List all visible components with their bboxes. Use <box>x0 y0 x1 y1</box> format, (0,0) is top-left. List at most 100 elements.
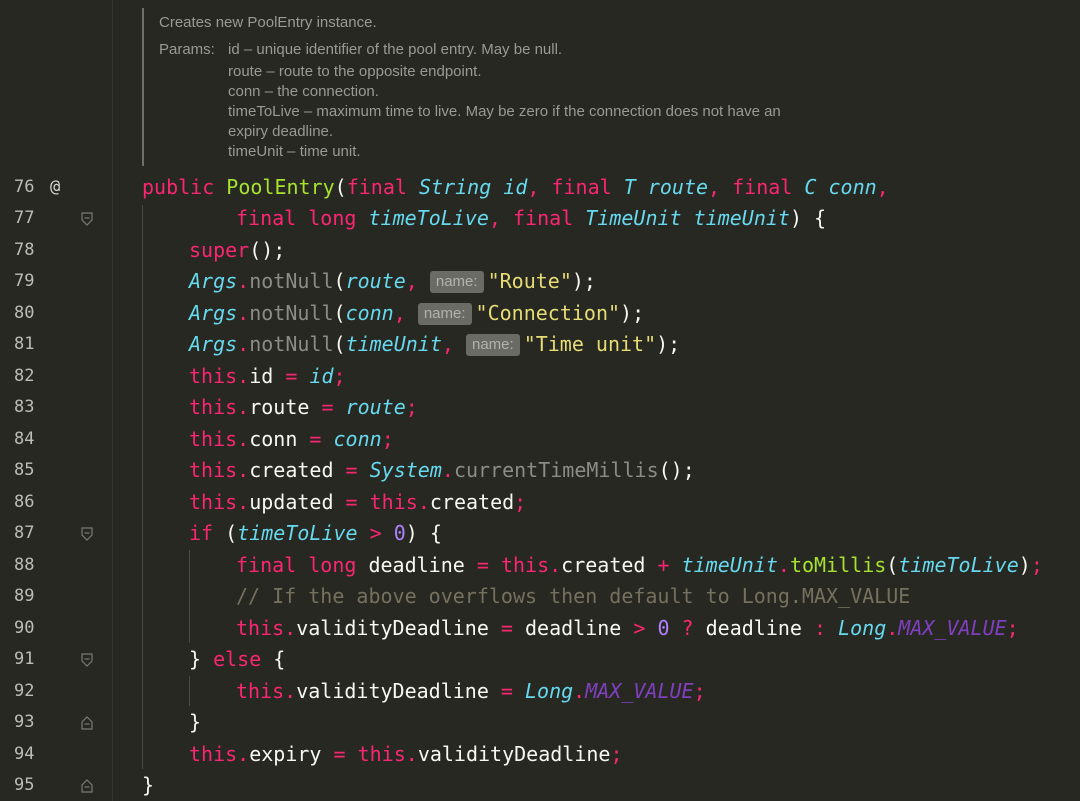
token: . <box>549 553 562 577</box>
code-line-77[interactable]: final long timeToLive, final TimeUnit ti… <box>236 203 826 234</box>
override-marker-icon[interactable]: @ <box>50 172 60 203</box>
token: route <box>345 269 406 293</box>
fold-collapse-icon[interactable] <box>81 527 93 541</box>
code-line-81[interactable]: Args.notNull(timeUnit, name: "Time unit")… <box>189 329 680 360</box>
token: = <box>488 679 525 703</box>
token: final <box>551 175 612 199</box>
token: , <box>488 206 513 230</box>
token: final <box>346 175 407 199</box>
line-number: 81 <box>14 334 35 354</box>
code-line-82[interactable]: this.id = id; <box>189 361 346 392</box>
token: . <box>573 679 586 703</box>
line-number: 86 <box>14 492 35 512</box>
doc-param-id: id – unique identifier of the pool entry… <box>228 41 563 58</box>
code-line-91[interactable]: } else { <box>189 644 285 675</box>
token: route <box>647 175 709 199</box>
indent-guide <box>189 550 190 643</box>
indent-guide <box>189 676 190 706</box>
token: . <box>237 332 250 356</box>
token: this <box>357 742 406 766</box>
token: timeToLive <box>898 553 1019 577</box>
token: ; <box>1006 616 1019 640</box>
code-line-88[interactable]: final long deadline = this.created + tim… <box>236 550 1043 581</box>
line-number: 95 <box>14 775 35 795</box>
token: timeUnit <box>345 332 442 356</box>
token: : <box>801 616 839 640</box>
token: this <box>189 427 238 451</box>
code-line-84[interactable]: this.conn = conn; <box>189 424 394 455</box>
token: id <box>309 364 334 388</box>
token: id <box>249 364 274 388</box>
token: this <box>189 364 238 388</box>
token: ? <box>669 616 706 640</box>
token: . <box>237 742 250 766</box>
fold-collapse-icon[interactable] <box>81 653 93 667</box>
token: MAX_VALUE <box>585 679 694 703</box>
token: created <box>429 490 515 514</box>
token: Args <box>189 269 238 293</box>
token: > <box>621 616 658 640</box>
token: this <box>500 553 550 577</box>
fold-collapse-icon[interactable] <box>81 212 93 226</box>
token: , <box>876 175 889 199</box>
token: , <box>527 175 552 199</box>
token: TimeUnit <box>585 206 682 230</box>
code-line-94[interactable]: this.expiry = this.validityDeadline; <box>189 739 623 770</box>
token: this <box>189 458 238 482</box>
fold-expand-icon[interactable] <box>81 779 93 793</box>
line-number: 88 <box>14 555 35 575</box>
code-line-92[interactable]: this.validityDeadline = Long.MAX_VALUE; <box>236 676 706 707</box>
token: ( <box>213 521 238 545</box>
token: PoolEntry <box>226 175 335 199</box>
line-number: 87 <box>14 523 35 543</box>
token: validityDeadline <box>296 679 489 703</box>
token: = <box>333 458 370 482</box>
token: conn <box>828 175 877 199</box>
token: ); <box>620 301 645 325</box>
line-number: 79 <box>14 271 35 291</box>
comment: // If the above overflows then default t… <box>236 584 911 608</box>
token: . <box>417 490 430 514</box>
token: ; <box>514 490 527 514</box>
token: C <box>804 175 817 199</box>
token: ) { <box>789 206 827 230</box>
code-line-76[interactable]: public PoolEntry(final String id, final … <box>142 172 889 203</box>
token: = <box>309 395 346 419</box>
code-line-79[interactable]: Args.notNull(route, name: "Route"); <box>189 266 596 297</box>
code-line-86[interactable]: this.updated = this.created; <box>189 487 526 518</box>
token: ( <box>333 301 346 325</box>
token: = <box>476 553 489 577</box>
token: deadline <box>705 616 802 640</box>
token: . <box>237 395 250 419</box>
doc-param-timetolive-cont: expiry deadline. <box>228 123 334 140</box>
code-line-85[interactable]: this.created = System.currentTimeMillis(… <box>189 455 695 486</box>
token: MAX_VALUE <box>898 616 1007 640</box>
code-line-83[interactable]: this.route = route; <box>189 392 418 423</box>
token: , <box>405 269 430 293</box>
token: String <box>418 175 492 199</box>
token: public <box>142 175 215 199</box>
code-line-78[interactable]: super(); <box>189 235 285 266</box>
code-line-80[interactable]: Args.notNull(conn, name: "Connection"); <box>189 298 644 329</box>
doc-summary: Creates new PoolEntry instance. <box>159 14 377 31</box>
token: this <box>189 490 238 514</box>
token: ); <box>656 332 681 356</box>
parameter-name-hint: name: <box>429 271 484 293</box>
code-line-93[interactable]: } <box>189 707 201 738</box>
code-line-87[interactable]: if (timeToLive > 0) { <box>189 518 442 549</box>
code-line-95[interactable]: } <box>142 770 154 801</box>
token: . <box>284 616 297 640</box>
fold-expand-icon[interactable] <box>81 716 93 730</box>
token: final <box>236 553 297 577</box>
indent-guide <box>142 205 143 769</box>
token: long <box>308 553 357 577</box>
line-number: 94 <box>14 744 35 764</box>
token: ( <box>886 553 899 577</box>
token: . <box>237 269 250 293</box>
token: . <box>237 490 250 514</box>
code-line-89[interactable]: // If the above overflows then default t… <box>236 581 910 612</box>
token: notNull <box>249 332 334 356</box>
code-line-90[interactable]: this.validityDeadline = deadline > 0 ? d… <box>236 613 1019 644</box>
